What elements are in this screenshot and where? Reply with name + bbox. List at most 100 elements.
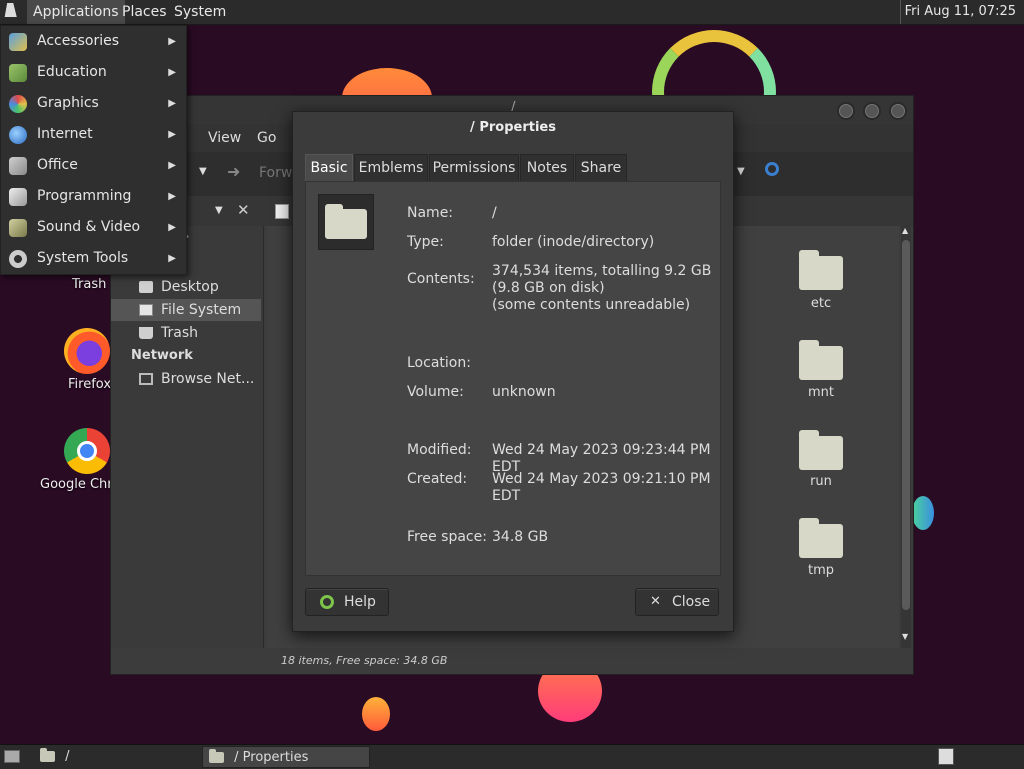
close-button-label: Close	[672, 594, 711, 610]
sidebar-item-browse-network[interactable]: Browse Net...	[111, 368, 261, 390]
sidebar-item-label: Trash	[161, 325, 198, 341]
desktop-icon-chrome-label[interactable]: Google Chr	[40, 477, 113, 492]
sidebar-item-desktop[interactable]: Desktop	[111, 276, 261, 298]
dialog-title[interactable]: / Properties	[293, 112, 733, 144]
tab-emblems[interactable]: Emblems	[354, 154, 428, 182]
back-dropdown-icon[interactable]: ▼	[199, 166, 207, 177]
menu-item-internet[interactable]: Internet ▶	[1, 119, 186, 150]
menu-item-label: System Tools	[37, 250, 129, 266]
applications-menu[interactable]: Applications	[27, 0, 125, 24]
folder-icon[interactable]	[799, 430, 843, 470]
accessories-icon	[9, 33, 27, 51]
sidebar-item-label: Desktop	[161, 279, 219, 295]
edit-location-icon[interactable]	[275, 204, 289, 219]
wallpaper-teal-blob	[912, 496, 934, 530]
tab-permissions[interactable]: Permissions	[429, 154, 519, 182]
close-button[interactable]: ✕ Close	[635, 588, 719, 616]
top-panel: Applications Places System Fri Aug 11, 0…	[0, 0, 1024, 25]
folder-label[interactable]: etc	[781, 296, 861, 311]
close-window-button[interactable]	[889, 102, 907, 120]
view-dropdown-icon[interactable]: ▼	[737, 166, 745, 177]
menu-item-system-tools[interactable]: System Tools ▶	[1, 243, 186, 274]
menu-item-graphics[interactable]: Graphics ▶	[1, 88, 186, 119]
maximize-button[interactable]	[863, 102, 881, 120]
folder-preview-icon[interactable]	[318, 194, 374, 250]
minimize-button[interactable]	[837, 102, 855, 120]
tab-basic[interactable]: Basic	[305, 154, 353, 182]
type-value: folder (inode/directory)	[492, 234, 655, 250]
menu-item-education[interactable]: Education ▶	[1, 57, 186, 88]
menu-item-label: Internet	[37, 126, 93, 142]
free-space-value: 34.8 GB	[492, 529, 549, 545]
desktop-folder-icon	[139, 281, 153, 293]
menu-item-label: Sound & Video	[37, 219, 141, 235]
network-icon	[139, 373, 153, 385]
name-label: Name:	[407, 205, 454, 221]
scroll-down-icon[interactable]: ▼	[902, 632, 908, 641]
sidebar-heading-network: Network	[131, 348, 193, 363]
help-button[interactable]: Help	[305, 588, 389, 616]
search-icon[interactable]	[765, 162, 779, 176]
desktop-icon-trash-label[interactable]: Trash	[72, 277, 106, 292]
menu-item-sound-video[interactable]: Sound & Video ▶	[1, 212, 186, 243]
menu-item-office[interactable]: Office ▶	[1, 150, 186, 181]
menu-item-label: Office	[37, 157, 78, 173]
basic-tab-panel: Name: / Type: folder (inode/directory) C…	[305, 181, 721, 576]
programming-icon	[9, 188, 27, 206]
taskbar-item-file-manager[interactable]: /	[36, 746, 196, 768]
folder-icon[interactable]	[799, 340, 843, 380]
folder-icon[interactable]	[799, 250, 843, 290]
submenu-arrow-icon: ▶	[168, 129, 176, 140]
folder-label[interactable]: run	[781, 474, 861, 489]
menu-item-label: Education	[37, 64, 107, 80]
type-label: Type:	[407, 234, 444, 250]
tab-notes[interactable]: Notes	[520, 154, 574, 182]
vertical-scrollbar[interactable]: ▲ ▼	[901, 226, 911, 648]
scroll-up-icon[interactable]: ▲	[902, 226, 908, 235]
help-button-label: Help	[344, 594, 376, 610]
submenu-arrow-icon: ▶	[168, 67, 176, 78]
sidebar-selector-dropdown-icon[interactable]: ▼	[215, 205, 223, 216]
sidebar-item-trash[interactable]: Trash	[111, 322, 261, 344]
scrollbar-thumb[interactable]	[902, 240, 910, 610]
close-icon: ✕	[650, 594, 661, 609]
office-icon	[9, 157, 27, 175]
close-sidebar-icon[interactable]: ✕	[237, 201, 250, 219]
firefox-icon[interactable]	[64, 328, 110, 374]
internet-icon	[9, 126, 27, 144]
menu-view[interactable]: View	[208, 130, 241, 146]
forward-button[interactable]: Forw	[259, 165, 292, 181]
taskbar-item-properties[interactable]: / Properties	[202, 746, 370, 768]
menu-go[interactable]: Go	[257, 130, 276, 146]
menu-item-programming[interactable]: Programming ▶	[1, 181, 186, 212]
file-manager-sidebar: er 3 Desktop File System Trash Network B…	[111, 226, 264, 648]
help-icon	[320, 595, 334, 609]
sidebar-item-file-system[interactable]: File System	[111, 299, 261, 321]
submenu-arrow-icon: ▶	[168, 36, 176, 47]
menu-item-accessories[interactable]: Accessories ▶	[1, 26, 186, 57]
folder-icon	[209, 749, 224, 763]
submenu-arrow-icon: ▶	[168, 160, 176, 171]
bottom-panel: / / Properties	[0, 744, 1024, 769]
mouse-cursor-icon	[4, 3, 20, 17]
tab-share[interactable]: Share	[575, 154, 627, 182]
contents-line-3: (some contents unreadable)	[492, 297, 691, 313]
forward-icon[interactable]: ➜	[227, 162, 240, 181]
folder-label[interactable]: tmp	[781, 563, 861, 578]
desktop-icon-firefox-label[interactable]: Firefox	[68, 377, 111, 392]
workspace-switcher-icon[interactable]	[938, 748, 954, 765]
modified-label: Modified:	[407, 442, 472, 458]
show-desktop-icon[interactable]	[4, 750, 20, 763]
drive-icon	[139, 304, 153, 316]
menu-item-label: Graphics	[37, 95, 99, 111]
free-space-label: Free space:	[407, 529, 487, 545]
system-menu[interactable]: System	[168, 0, 232, 24]
created-value: Wed 24 May 2023 09:21:10 PM EDT	[492, 471, 711, 504]
menu-item-label: Accessories	[37, 33, 120, 49]
google-chrome-icon[interactable]	[64, 428, 110, 474]
name-value[interactable]: /	[492, 205, 497, 222]
folder-icon[interactable]	[799, 518, 843, 558]
clock[interactable]: Fri Aug 11, 07:25	[899, 0, 1020, 24]
folder-label[interactable]: mnt	[781, 385, 861, 400]
places-menu[interactable]: Places	[116, 0, 173, 24]
